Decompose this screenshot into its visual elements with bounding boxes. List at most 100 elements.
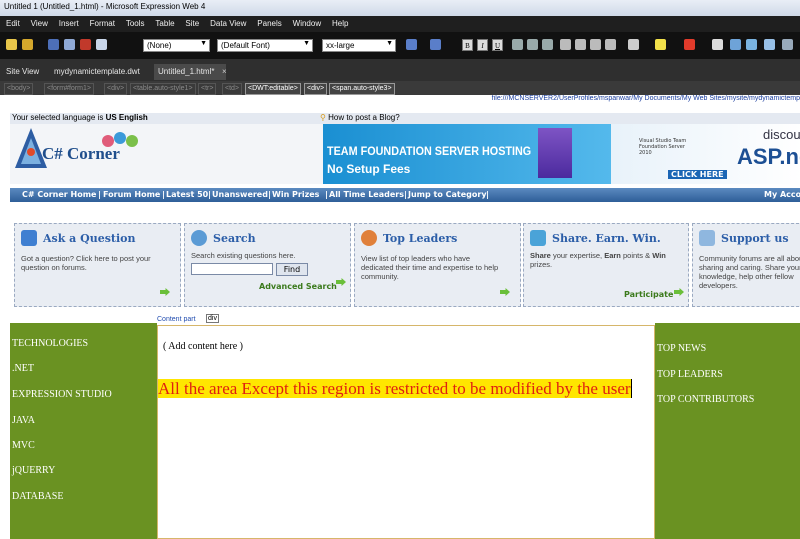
tag-td[interactable]: <td> xyxy=(222,83,243,95)
redo-icon[interactable] xyxy=(430,39,441,50)
support-us-desc: Community forums are all about sharing a… xyxy=(699,254,800,290)
nav-jump-to-category[interactable]: Jump to Category xyxy=(408,190,487,199)
nav-win-prizes[interactable]: Win Prizes xyxy=(272,190,319,199)
open-folder-icon[interactable] xyxy=(22,39,33,50)
menu-site[interactable]: Site xyxy=(185,17,199,28)
design-canvas[interactable]: file:///MCNSERVER2/UserProfiles/mspanwar… xyxy=(0,95,800,539)
ad-banner[interactable]: TEAM FOUNDATION SERVER HOSTING No Setup … xyxy=(323,124,800,184)
highlight-icon[interactable] xyxy=(655,39,666,50)
nav-forum-home[interactable]: Forum Home xyxy=(103,190,160,199)
title-bar: Untitled 1 (Untitled_1.html) - Microsoft… xyxy=(0,0,800,16)
menu-panels[interactable]: Panels xyxy=(257,17,281,28)
left-link-jquery[interactable]: jQUERRY xyxy=(12,465,55,476)
bold-button[interactable]: B xyxy=(462,39,473,51)
document-tabs: Site View mydynamictemplate.dwt Untitled… xyxy=(0,59,800,81)
save-icon[interactable] xyxy=(48,39,59,50)
menu-data-view[interactable]: Data View xyxy=(210,17,246,28)
add-content-placeholder[interactable]: ( Add content here ) xyxy=(163,341,243,352)
left-link-mvc[interactable]: MVC xyxy=(12,440,35,451)
menu-view[interactable]: View xyxy=(31,17,48,28)
tag-div-inner[interactable]: <div> xyxy=(304,83,328,95)
left-link-expression-studio[interactable]: EXPRESSION STUDIO xyxy=(12,389,112,400)
menu-format[interactable]: Format xyxy=(90,17,115,28)
site-header: C# Corner TEAM FOUNDATION SERVER HOSTING… xyxy=(10,124,800,184)
italic-button[interactable]: I xyxy=(477,39,488,51)
nav-unanswered[interactable]: Unanswered xyxy=(212,190,268,199)
preview-icon[interactable] xyxy=(96,39,107,50)
align-left-icon[interactable] xyxy=(512,39,523,50)
font-color-icon[interactable] xyxy=(684,39,695,50)
save-all-icon[interactable] xyxy=(64,39,75,50)
align-right-icon[interactable] xyxy=(542,39,553,50)
support-us-box[interactable]: Support us Community forums are all abou… xyxy=(692,223,800,307)
tag-table[interactable]: <table.auto-style1> xyxy=(130,83,196,95)
tag-tr[interactable]: <tr> xyxy=(198,83,217,95)
tag-div[interactable]: <div> xyxy=(104,83,128,95)
increase-indent-icon[interactable] xyxy=(605,39,616,50)
ask-question-box[interactable]: Ask a Question Got a question? Click her… xyxy=(14,223,181,307)
right-link-top-news[interactable]: TOP NEWS xyxy=(657,343,706,354)
decrease-indent-icon[interactable] xyxy=(590,39,601,50)
left-link-dotnet[interactable]: .NET xyxy=(12,363,34,374)
nav-all-time-leaders[interactable]: All Time Leaders xyxy=(329,190,404,199)
nav-my-account[interactable]: My Acco xyxy=(764,190,800,199)
arrow-right-icon[interactable] xyxy=(500,288,510,296)
how-to-post-link[interactable]: ⚲ How to post a Blog? xyxy=(320,113,400,122)
tab-mydynamictemplate[interactable]: mydynamictemplate.dwt xyxy=(50,64,144,80)
banner-click-here[interactable]: CLICK HERE xyxy=(668,170,727,179)
tag-span[interactable]: <span.auto-style3> xyxy=(329,83,395,95)
nav-latest-50[interactable]: Latest 50 xyxy=(166,190,208,199)
new-page-icon[interactable] xyxy=(6,39,17,50)
share-earn-win-title: Share. Earn. Win. xyxy=(552,232,661,245)
menu-insert[interactable]: Insert xyxy=(59,17,79,28)
menu-tools[interactable]: Tools xyxy=(126,17,145,28)
nav-divider: | xyxy=(268,190,271,199)
left-link-java[interactable]: JAVA xyxy=(12,415,35,426)
arrow-right-icon[interactable] xyxy=(674,288,684,296)
participate-link[interactable]: Participate xyxy=(624,290,673,299)
tag-body[interactable]: <body> xyxy=(4,83,34,95)
top-leaders-box[interactable]: Top Leaders View list of top leaders who… xyxy=(354,223,521,307)
insert-image-icon[interactable] xyxy=(730,39,741,50)
underline-button[interactable]: U xyxy=(492,39,503,51)
tag-dwt-editable[interactable]: <DWT:editable> xyxy=(245,83,301,95)
insert-hyperlink-icon[interactable] xyxy=(746,39,757,50)
menu-window[interactable]: Window xyxy=(293,17,321,28)
insert-bookmark-icon[interactable] xyxy=(764,39,775,50)
style-select[interactable]: (None) ▼ xyxy=(143,39,210,52)
menu-help[interactable]: Help xyxy=(332,17,348,28)
file-path: file:///MCNSERVER2/UserProfiles/mspanwar… xyxy=(491,95,800,102)
search-icon: ⚲ xyxy=(320,113,326,122)
insert-table-icon[interactable] xyxy=(712,39,723,50)
left-link-technologies[interactable]: TECHNOLOGIES xyxy=(12,338,88,349)
numbering-icon[interactable] xyxy=(560,39,571,50)
editable-content-region[interactable] xyxy=(157,325,655,539)
banner-discount: discount xyxy=(763,127,800,142)
restriction-warning-text[interactable]: All the area Except this region is restr… xyxy=(158,378,652,399)
advanced-search-link[interactable]: Advanced Search xyxy=(259,282,337,291)
borders-icon[interactable] xyxy=(628,39,639,50)
size-select[interactable]: xx-large ▼ xyxy=(322,39,396,52)
div-tag-label[interactable]: div xyxy=(206,314,219,323)
tab-close-icon[interactable]: × xyxy=(218,64,231,80)
menu-table[interactable]: Table xyxy=(155,17,174,28)
search-input[interactable] xyxy=(191,263,273,275)
arrow-right-icon[interactable] xyxy=(160,288,170,296)
nav-home[interactable]: C# Corner Home xyxy=(22,190,96,199)
tab-untitled-1[interactable]: Untitled_1.html* xyxy=(154,64,226,80)
tab-site-view[interactable]: Site View xyxy=(2,64,43,80)
undo-icon[interactable] xyxy=(406,39,417,50)
font-select[interactable]: (Default Font) ▼ xyxy=(217,39,313,52)
align-center-icon[interactable] xyxy=(527,39,538,50)
menu-edit[interactable]: Edit xyxy=(6,17,20,28)
find-button[interactable]: Find xyxy=(276,263,308,276)
search-title: Search xyxy=(213,232,256,245)
superpreview-icon[interactable] xyxy=(80,39,91,50)
bullets-icon[interactable] xyxy=(575,39,586,50)
right-link-top-contributors[interactable]: TOP CONTRIBUTORS xyxy=(657,394,754,405)
tag-form[interactable]: <form#form1> xyxy=(44,83,94,95)
right-link-top-leaders[interactable]: TOP LEADERS xyxy=(657,369,723,380)
arrow-right-icon[interactable] xyxy=(336,278,346,286)
left-link-database[interactable]: DATABASE xyxy=(12,491,63,502)
more-options-icon[interactable] xyxy=(782,39,793,50)
